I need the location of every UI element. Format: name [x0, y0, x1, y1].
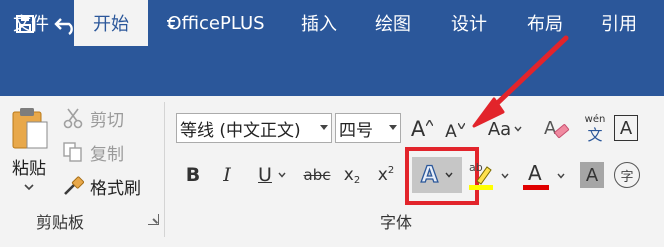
scissors-icon — [63, 108, 83, 129]
font-color-dropdown-icon — [557, 173, 565, 179]
clipboard-group-label: 剪贴板 — [36, 213, 85, 232]
format-painter-button[interactable]: 格式刷 — [62, 174, 141, 199]
ribbon-tabs — [0, 50, 664, 96]
phonetic-char: 文 — [587, 126, 603, 144]
tab-references[interactable]: 引用 — [588, 0, 650, 46]
paste-button[interactable]: 粘贴 — [6, 104, 52, 204]
shrink-font-button[interactable]: A — [442, 114, 468, 144]
underline-button[interactable]: U — [250, 161, 294, 189]
font-name-value: 等线 (中文正文) — [180, 120, 301, 141]
underline-letter: U — [258, 164, 272, 186]
paste-dropdown-icon[interactable] — [24, 183, 34, 191]
underline-dropdown-icon — [278, 172, 286, 178]
highlight-dropdown-icon — [501, 173, 509, 179]
phonetic-pinyin: wén — [584, 114, 606, 125]
subscript-mark: 2 — [353, 174, 361, 186]
clear-formatting-button[interactable]: A — [542, 114, 572, 144]
bold-button[interactable]: B — [182, 161, 204, 189]
font-name-dropdown-icon[interactable] — [317, 125, 331, 131]
superscript-base: x — [377, 165, 388, 185]
tab-insert[interactable]: 插入 — [288, 0, 350, 46]
font-size-combo[interactable]: 四号 — [335, 113, 401, 143]
highlight-color-button[interactable]: ab — [466, 160, 512, 192]
cut-button[interactable]: 剪切 — [62, 106, 124, 131]
tab-file[interactable]: 文件 — [0, 0, 62, 46]
strikethrough-label: abc — [303, 166, 331, 184]
enclose-char: 字 — [620, 169, 634, 185]
italic-button[interactable]: I — [216, 161, 238, 189]
copy-label: 复制 — [90, 144, 124, 165]
cut-label: 剪切 — [90, 110, 124, 131]
shrink-font-letter: A — [445, 122, 457, 142]
font-color-icon: A — [523, 161, 549, 191]
group-divider — [164, 102, 165, 237]
character-shading-letter: A — [585, 164, 599, 186]
paste-label: 粘贴 — [12, 159, 46, 179]
tab-layout[interactable]: 布局 — [514, 0, 576, 46]
caret-up-icon — [426, 120, 434, 126]
superscript-button[interactable]: x 2 — [374, 161, 398, 189]
grow-font-button[interactable]: A — [408, 114, 436, 144]
change-case-button[interactable]: Aa — [485, 114, 525, 144]
phonetic-guide-button[interactable]: wén 文 — [580, 112, 610, 146]
format-painter-label: 格式刷 — [90, 178, 141, 199]
strikethrough-button[interactable]: abc — [302, 161, 332, 189]
enclose-characters-button[interactable]: 字 — [614, 162, 640, 188]
change-case-label: Aa — [487, 118, 512, 140]
font-size-dropdown-icon[interactable] — [386, 125, 400, 131]
subscript-button[interactable]: x 2 — [340, 161, 364, 189]
format-painter-icon — [64, 176, 84, 195]
tab-draw[interactable]: 绘图 — [362, 0, 424, 46]
font-group-label: 字体 — [380, 213, 413, 232]
grow-font-letter: A — [410, 117, 426, 141]
character-border-letter: A — [619, 117, 633, 139]
svg-text:A: A — [544, 118, 557, 139]
clipboard-launcher-icon[interactable] — [148, 214, 159, 225]
tab-design[interactable]: 设计 — [438, 0, 500, 46]
tab-home[interactable]: 开始 — [74, 0, 148, 46]
character-shading-button[interactable]: A — [580, 162, 604, 188]
font-name-combo[interactable]: 等线 (中文正文) — [176, 113, 332, 143]
clear-formatting-icon: A — [544, 118, 570, 139]
font-color-button[interactable]: A — [520, 160, 568, 192]
superscript-mark: 2 — [387, 164, 395, 176]
font-color-letter: A — [528, 161, 542, 185]
copy-icon — [63, 142, 82, 162]
character-border-button[interactable]: A — [614, 115, 638, 141]
font-size-value: 四号 — [339, 120, 373, 141]
change-case-dropdown-icon — [514, 126, 522, 132]
paste-icon — [12, 108, 48, 149]
copy-button[interactable]: 复制 — [62, 140, 124, 165]
subscript-base: x — [343, 165, 354, 185]
caret-down-icon — [457, 123, 465, 129]
highlight-pen-icon: ab — [469, 161, 493, 191]
tab-officeplus[interactable]: OfficePLUS — [156, 0, 276, 46]
